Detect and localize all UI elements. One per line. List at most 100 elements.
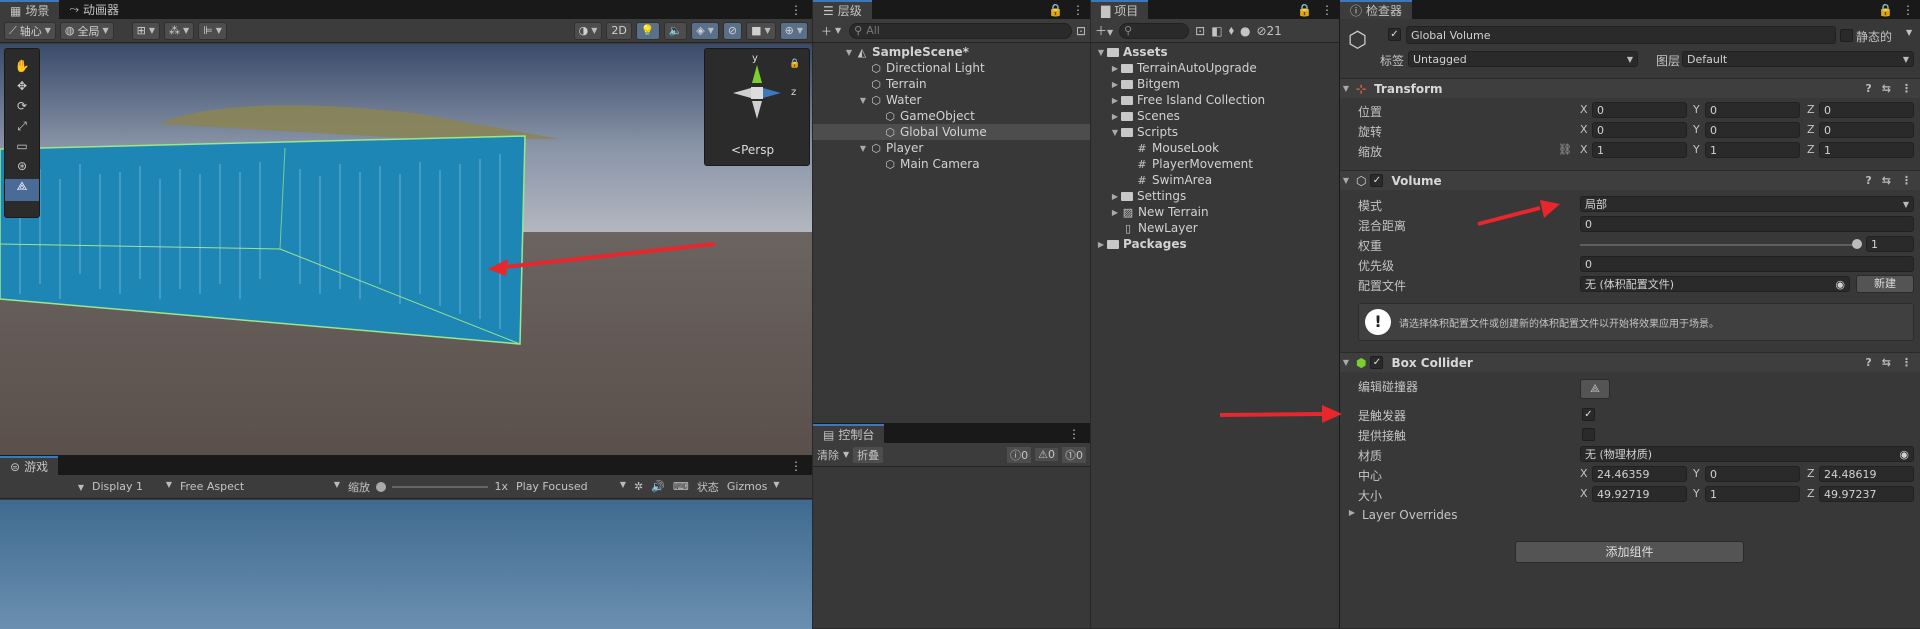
speaker-icon[interactable]: 🔊	[651, 480, 665, 493]
pivot-toggle[interactable]: ⟋ 轴心 ▼	[4, 21, 56, 40]
expand-arrow-icon[interactable]: ▶	[1109, 64, 1121, 73]
rotate-tool-icon[interactable]: ⟳	[5, 99, 39, 119]
label-icon[interactable]: ⬧	[1229, 23, 1234, 38]
rotation-x-field[interactable]: 0	[1592, 122, 1687, 138]
rotation-z-field[interactable]: 0	[1819, 122, 1914, 138]
audio-toggle[interactable]: 🔈	[663, 21, 688, 40]
info-count-button[interactable]: ⓘ0	[1007, 446, 1032, 463]
position-y-label[interactable]: Y	[1693, 103, 1700, 116]
project-item[interactable]: ▶ Scenes	[1091, 108, 1339, 124]
hand-tool-icon[interactable]: ✋	[5, 59, 39, 79]
stats-button[interactable]: 状态	[697, 479, 719, 495]
more-options-icon[interactable]: ⋮	[1066, 0, 1090, 19]
grid-snap-button[interactable]: ⊞ ▼	[131, 21, 160, 40]
active-checkbox[interactable]: ✓	[1388, 28, 1401, 41]
game-mode-dropdown[interactable]: ▼	[4, 480, 84, 493]
project-item[interactable]: ▼ Scripts	[1091, 124, 1339, 140]
center-z-field[interactable]: 24.48619	[1819, 466, 1914, 482]
object-picker-icon[interactable]: ◉	[1899, 448, 1909, 461]
gizmos-dropdown[interactable]: Gizmos ▼	[727, 480, 780, 493]
size-x-label[interactable]: X	[1580, 487, 1588, 500]
tab-inspector[interactable]: ⓘ 检查器	[1340, 0, 1413, 19]
scale-slider[interactable]: 缩放 1x	[348, 479, 508, 495]
expand-arrow-icon[interactable]: ▼	[843, 48, 855, 57]
project-item[interactable]: ▶ Free Island Collection	[1091, 92, 1339, 108]
lighting-toggle[interactable]: 💡	[635, 21, 660, 40]
hierarchy-item[interactable]: ⬡ Main Camera	[813, 156, 1090, 172]
size-x-field[interactable]: 49.92719	[1592, 486, 1687, 502]
preset-icon[interactable]: ⇆	[1882, 174, 1891, 187]
lock-icon[interactable]: 🔒	[789, 59, 800, 69]
object-name-field[interactable]: Global Volume	[1406, 26, 1836, 44]
expand-arrow-icon[interactable]: ▶	[1109, 192, 1121, 201]
center-x-label[interactable]: X	[1580, 467, 1588, 480]
hierarchy-item[interactable]: ⬡ Terrain	[813, 76, 1090, 92]
center-z-label[interactable]: Z	[1807, 467, 1815, 480]
tab-game[interactable]: ⊜ 游戏	[0, 456, 59, 475]
collapse-button[interactable]: 折叠	[853, 446, 884, 463]
size-y-field[interactable]: 1	[1705, 486, 1800, 502]
hierarchy-item[interactable]: ▼ ⬡ Player	[813, 140, 1090, 156]
more-options-icon[interactable]: ⋮	[1896, 0, 1920, 19]
tab-animator[interactable]: ⤳ 动画器	[59, 0, 129, 19]
scene-visibility-icon[interactable]: ⊡	[1076, 24, 1086, 38]
project-item[interactable]: ▶ Bitgem	[1091, 76, 1339, 92]
lock-icon[interactable]: 🔒	[1875, 0, 1896, 19]
lock-icon[interactable]: 🔒	[1045, 0, 1066, 19]
project-item[interactable]: ▼ Assets	[1091, 44, 1339, 60]
preset-icon[interactable]: ⇆	[1882, 82, 1891, 95]
object-picker-icon[interactable]: ◉	[1835, 278, 1845, 291]
center-x-field[interactable]: 24.46359	[1592, 466, 1687, 482]
static-checkbox[interactable]	[1840, 29, 1853, 42]
effects-toggle[interactable]: ◈ ▼	[691, 21, 719, 40]
project-search-input[interactable]: ⚲	[1119, 22, 1190, 39]
lock-icon[interactable]: 🔒	[1294, 0, 1315, 19]
static-dropdown-icon[interactable]: ▼	[1906, 28, 1912, 37]
search-by-type-icon[interactable]: ⊡	[1195, 24, 1205, 38]
preset-icon[interactable]: ⇆	[1882, 356, 1891, 369]
transform-header[interactable]: ▼ ⊹ Transform ? ⇆ ⋮	[1340, 78, 1920, 98]
expand-arrow-icon[interactable]: ▶	[1095, 240, 1107, 249]
scale-y-field[interactable]: 1	[1705, 142, 1800, 158]
snap-increment-button[interactable]: ⁂ ▼	[164, 21, 195, 40]
priority-field[interactable]: 0	[1580, 256, 1914, 272]
volume-header[interactable]: ▼ ⬡ ✓ Volume ? ⇆ ⋮	[1340, 170, 1920, 190]
transform-tool-icon[interactable]: ⊛	[5, 159, 39, 179]
center-y-label[interactable]: Y	[1693, 467, 1700, 480]
size-z-field[interactable]: 49.97237	[1819, 486, 1914, 502]
more-options-icon[interactable]: ⋮	[780, 456, 812, 475]
tab-console[interactable]: ▤ 控制台	[813, 424, 885, 443]
scale-z-field[interactable]: 1	[1819, 142, 1914, 158]
size-z-label[interactable]: Z	[1807, 487, 1815, 500]
more-options-icon[interactable]: ⋮	[1901, 174, 1912, 187]
custom-tool-icon[interactable]: ⟁	[5, 179, 39, 201]
more-options-icon[interactable]: ⋮	[1058, 424, 1090, 443]
project-item[interactable]: # SwimArea	[1091, 172, 1339, 188]
expand-arrow-icon[interactable]: ▼	[1095, 48, 1107, 57]
rotation-x-label[interactable]: X	[1580, 123, 1588, 136]
center-y-field[interactable]: 0	[1705, 466, 1800, 482]
scale-z-label[interactable]: Z	[1807, 143, 1815, 156]
error-count-button[interactable]: ⓵0	[1062, 446, 1086, 463]
tab-hierarchy[interactable]: ☰ 层级	[813, 0, 872, 19]
rect-tool-icon[interactable]: ▭	[5, 139, 39, 159]
move-tool-icon[interactable]: ✥	[5, 79, 39, 99]
scale-y-label[interactable]: Y	[1693, 143, 1700, 156]
add-component-button[interactable]: 添加组件	[1515, 541, 1744, 563]
hierarchy-search-input[interactable]: ⚲ All	[849, 22, 1072, 39]
warning-count-button[interactable]: ⚠0	[1035, 448, 1058, 461]
layer-overrides-foldout[interactable]: ▶ Layer Overrides	[1346, 508, 1458, 522]
project-item[interactable]: ▶ TerrainAutoUpgrade	[1091, 60, 1339, 76]
tab-scene[interactable]: ▦ 场景	[0, 0, 60, 19]
constrain-proportions-icon[interactable]: ⛓	[1558, 143, 1572, 156]
tag-dropdown[interactable]: Untagged ▼	[1408, 51, 1638, 67]
slider-thumb[interactable]	[376, 481, 386, 492]
filter-type-icon[interactable]: ◧	[1211, 24, 1222, 38]
scale-x-label[interactable]: X	[1580, 143, 1588, 156]
camera-settings-button[interactable]: ■ ▼	[746, 21, 776, 40]
scene-viewport[interactable]: ✋ ✥ ⟳ ⤢ ▭ ⊛ ⟁ y z 🔒 <Persp	[0, 44, 812, 455]
hidden-packages-toggle[interactable]: ⊘21	[1256, 24, 1281, 38]
hierarchy-item[interactable]: ▼ ⬡ Water	[813, 92, 1090, 108]
more-options-icon[interactable]: ⋮	[1901, 82, 1912, 95]
expand-arrow-icon[interactable]: ▶	[1109, 96, 1121, 105]
